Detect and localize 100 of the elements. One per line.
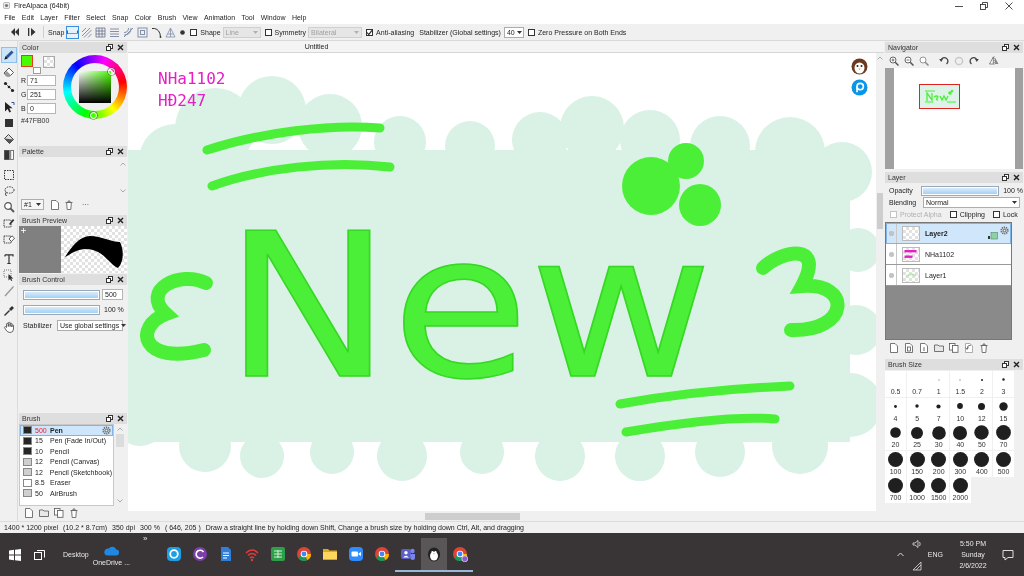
close-icon[interactable]: [1005, 1, 1013, 10]
magnifier-icon[interactable]: [919, 55, 929, 66]
undock-icon[interactable]: [106, 44, 113, 51]
snap-button[interactable]: [150, 25, 164, 39]
transparent-color-swatch[interactable]: [43, 56, 55, 68]
ring-tile-icon: [165, 545, 182, 562]
tool-button[interactable]: [0, 47, 17, 63]
undock-icon[interactable]: [1002, 174, 1009, 181]
dot-icon: [888, 451, 903, 467]
eraser-icon: [2, 65, 15, 77]
visibility-dot-icon[interactable]: [888, 230, 894, 236]
zoom-out-icon[interactable]: [904, 55, 914, 66]
undock-icon[interactable]: [106, 276, 113, 283]
overflow-button[interactable]: »: [143, 535, 148, 543]
browser-icon: [295, 545, 312, 562]
dot-icon: [931, 478, 947, 494]
flip-icon[interactable]: [989, 55, 999, 66]
close-icon[interactable]: [117, 217, 124, 224]
paint-dot: [679, 184, 721, 226]
brush-stroke-preview: [61, 226, 127, 273]
nested-squares-icon: [137, 26, 149, 38]
gear-icon[interactable]: [102, 425, 111, 435]
signal-icon[interactable]: [911, 560, 922, 571]
rotate-right-icon[interactable]: [969, 55, 979, 66]
folder-icon[interactable]: [39, 508, 49, 518]
undock-icon[interactable]: [1002, 44, 1009, 51]
horizontal-lines-icon: [109, 26, 121, 38]
notification-icon[interactable]: [1002, 548, 1014, 561]
close-icon[interactable]: [117, 44, 124, 51]
primary-color-swatch[interactable]: [21, 55, 33, 67]
dot-line-icon: [2, 81, 15, 93]
speaker-icon[interactable]: [911, 538, 922, 549]
zoom-in-icon[interactable]: [889, 55, 899, 66]
color-wheel[interactable]: [63, 55, 127, 119]
artwork-layer-thumbnail: [902, 267, 920, 283]
dot-icon: [937, 378, 940, 381]
scrollbar-thumb[interactable]: [425, 512, 520, 520]
checkbox[interactable]: [992, 211, 1000, 218]
close-icon[interactable]: [1013, 174, 1020, 181]
undock-icon[interactable]: [106, 415, 113, 422]
scrollbar-thumb[interactable]: [877, 193, 883, 229]
folder-icon[interactable]: [934, 343, 944, 353]
copy-icon[interactable]: [54, 508, 64, 518]
checkbox[interactable]: [366, 28, 374, 36]
snap-button[interactable]: [66, 25, 80, 39]
restore-icon[interactable]: [980, 1, 988, 10]
eyedropper-icon: [2, 305, 15, 317]
start-icon[interactable]: [9, 548, 21, 561]
close-icon[interactable]: [117, 415, 124, 422]
merge-down-icon[interactable]: [964, 343, 974, 353]
visibility-dot-icon[interactable]: [888, 251, 894, 257]
dot-icon: [909, 451, 925, 467]
page-icon[interactable]: [919, 343, 929, 353]
close-icon[interactable]: [117, 276, 124, 283]
penguin-avatar-icon[interactable]: [851, 58, 868, 75]
page-icon[interactable]: [24, 508, 34, 518]
grid-icon: [95, 26, 107, 38]
cloud-icon[interactable]: [103, 545, 120, 556]
step-forward-icon[interactable]: [27, 27, 36, 37]
dot-icon: [980, 378, 983, 381]
rotate-left-icon[interactable]: [939, 55, 949, 66]
trash-icon[interactable]: [69, 508, 79, 518]
task-view-icon[interactable]: [34, 549, 45, 560]
close-icon[interactable]: [117, 148, 124, 155]
swatch-icon[interactable]: [988, 231, 998, 240]
arc-circle-icon: [191, 545, 208, 562]
caret-icon: [252, 30, 258, 34]
gradient-icon: [2, 149, 15, 161]
dot-icon: [936, 403, 942, 409]
visibility-dot-icon[interactable]: [888, 272, 894, 278]
gear-icon[interactable]: [1000, 226, 1009, 235]
page-icon[interactable]: [889, 343, 899, 353]
dot-icon: [978, 402, 986, 410]
dot-icon[interactable]: [180, 29, 186, 35]
page-icon[interactable]: [904, 343, 914, 353]
checkbox[interactable]: [949, 211, 957, 218]
dot-icon: [974, 451, 990, 467]
saturation-square[interactable]: [79, 71, 111, 103]
taskbar-button[interactable]: [420, 537, 447, 572]
close-icon[interactable]: [1013, 44, 1020, 51]
scrollbar-thumb[interactable]: [115, 434, 124, 447]
page-icon[interactable]: [50, 199, 60, 210]
diagonal-lines-icon: [81, 26, 93, 38]
rewind-icon[interactable]: [10, 27, 19, 37]
copy-icon[interactable]: [949, 343, 959, 353]
checkbox[interactable]: [527, 28, 535, 36]
secondary-color-swatch[interactable]: [33, 67, 41, 74]
trash-icon[interactable]: [64, 199, 74, 210]
canvas-thumbnail[interactable]: [919, 84, 960, 109]
caret-up-icon[interactable]: [896, 552, 904, 557]
trash-icon[interactable]: [979, 343, 989, 353]
undock-icon[interactable]: [1002, 361, 1009, 368]
close-icon[interactable]: [1013, 361, 1020, 368]
canvas-lettering: New: [224, 229, 713, 385]
spreadsheet-icon: [269, 545, 286, 562]
hand-icon: [2, 321, 15, 333]
empty-layer-thumbnail: [902, 225, 920, 241]
canvas-text: HĐ247: [158, 91, 207, 110]
undock-icon[interactable]: [106, 217, 113, 224]
undock-icon[interactable]: [106, 148, 113, 155]
